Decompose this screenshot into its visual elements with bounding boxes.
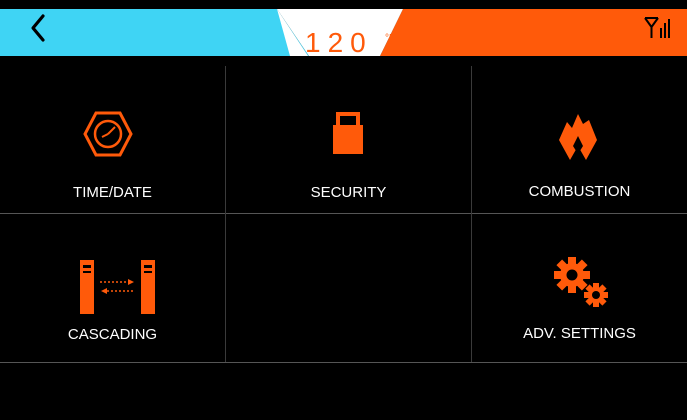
time-date-label: TIME/DATE (73, 184, 152, 201)
clock-hexagon-icon (83, 111, 133, 157)
flame-icon (559, 114, 597, 160)
cascading-tile[interactable]: CASCADING (0, 214, 225, 362)
chevron-left-icon (31, 14, 45, 42)
signal-status[interactable] (643, 14, 673, 40)
gears-icon (554, 257, 608, 307)
time-date-tile[interactable]: TIME/DATE (0, 66, 225, 213)
temperature-unit: °F (385, 33, 396, 44)
cascade-units-icon (80, 260, 155, 314)
antenna-signal-icon (644, 17, 670, 38)
grid-divider (0, 362, 687, 363)
adv-settings-label: ADV. SETTINGS (523, 325, 636, 342)
back-button[interactable] (24, 12, 54, 44)
temperature-value: 120 (305, 27, 373, 58)
top-bar: 120 °F (0, 0, 687, 57)
lock-icon (333, 112, 363, 154)
combustion-tile[interactable]: COMBUSTION (472, 66, 687, 213)
adv-settings-tile[interactable]: ADV. SETTINGS (472, 214, 687, 362)
combustion-label: COMBUSTION (528, 183, 631, 200)
security-tile[interactable]: SECURITY (226, 66, 471, 213)
cascading-label: CASCADING (67, 326, 158, 343)
security-label: SECURITY (310, 184, 387, 201)
temperature-display[interactable]: 120 °F (305, 29, 405, 57)
empty-tile (226, 214, 471, 362)
